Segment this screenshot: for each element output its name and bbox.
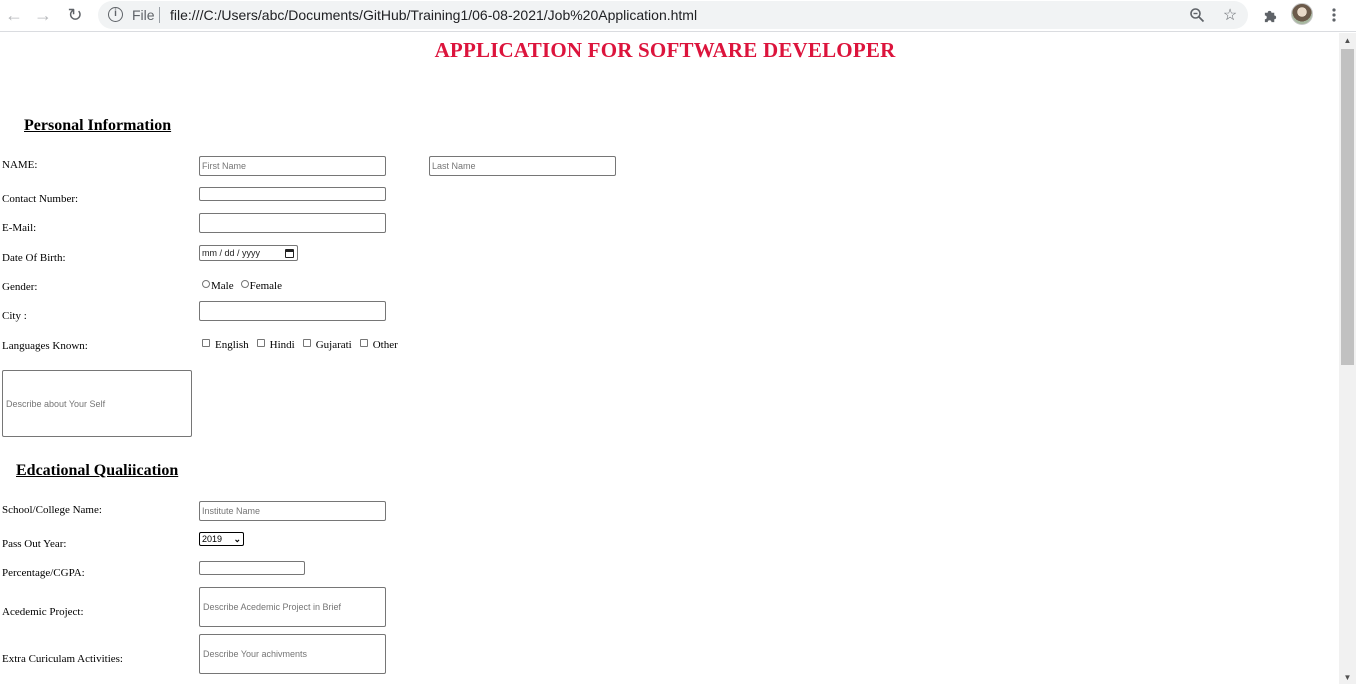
passout-year-select[interactable]: 2019 ⌄ — [199, 532, 244, 546]
language-option-other[interactable]: Other — [359, 335, 398, 352]
percentage-label: Percentage/CGPA: — [2, 567, 85, 579]
zoom-icon[interactable] — [1186, 4, 1208, 26]
reload-icon[interactable]: ↻ — [63, 4, 87, 26]
project-placeholder: Describe Acedemic Project in Brief — [203, 602, 342, 612]
first-name-input[interactable]: First Name — [199, 156, 386, 176]
email-input[interactable] — [199, 213, 386, 233]
last-name-input[interactable]: Last Name — [429, 156, 616, 176]
info-icon[interactable]: i — [108, 7, 123, 22]
language-option-english[interactable]: English — [202, 335, 249, 352]
city-input[interactable] — [199, 301, 386, 321]
url-text[interactable]: file:///C:/Users/abc/Documents/GitHub/Tr… — [170, 7, 697, 23]
about-yourself-textarea[interactable]: Describe about Your Self — [2, 370, 192, 437]
personal-info-heading: Personal Information — [24, 117, 172, 134]
passout-year-label: Pass Out Year: — [2, 538, 67, 550]
hindi-label: Hindi — [269, 339, 295, 351]
school-label: School/College Name: — [2, 504, 102, 516]
gender-radio-group: Male Female — [202, 276, 282, 294]
languages-checkbox-group: English Hindi Gujarati Other — [202, 335, 398, 353]
kebab-menu-icon[interactable] — [1322, 3, 1346, 27]
gujarati-checkbox[interactable] — [302, 339, 311, 348]
gender-label: Gender: — [2, 281, 38, 293]
address-bar[interactable]: i File file:///C:/Users/abc/Documents/Gi… — [98, 1, 1248, 29]
education-heading: Edcational Qualiication — [16, 462, 179, 479]
email-label: E-Mail: — [2, 222, 37, 234]
file-scheme-label: File — [132, 7, 155, 23]
contact-number-input[interactable] — [199, 187, 386, 201]
city-label: City : — [2, 310, 27, 322]
gujarati-label: Gujarati — [315, 339, 352, 351]
back-arrow-icon[interactable]: ← — [2, 4, 26, 26]
gender-option-male[interactable]: Male — [202, 276, 234, 293]
forward-arrow-icon[interactable]: → — [31, 4, 55, 26]
language-option-gujarati[interactable]: Gujarati — [302, 335, 352, 352]
other-label: Other — [372, 339, 398, 351]
institute-placeholder: Institute Name — [202, 506, 261, 516]
extra-placeholder: Describe Your achivments — [203, 649, 308, 659]
male-label: Male — [211, 280, 234, 292]
male-radio[interactable] — [202, 280, 210, 289]
academic-project-textarea[interactable]: Describe Acedemic Project in Brief — [199, 587, 386, 627]
other-checkbox[interactable] — [359, 339, 368, 348]
vertical-scrollbar[interactable]: ▲ ▼ — [1339, 33, 1356, 684]
dob-date-input[interactable]: mm / dd / yyyy — [199, 245, 298, 261]
chevron-down-icon: ⌄ — [233, 533, 241, 544]
scrollbar-thumb[interactable] — [1341, 49, 1354, 365]
contact-label: Contact Number: — [2, 193, 79, 205]
female-label: Female — [249, 280, 282, 292]
female-radio[interactable] — [240, 280, 249, 289]
extra-activities-textarea[interactable]: Describe Your achivments — [199, 634, 386, 674]
about-placeholder: Describe about Your Self — [6, 398, 106, 409]
first-name-placeholder: First Name — [202, 161, 247, 171]
hindi-checkbox[interactable] — [256, 339, 265, 348]
passout-year-value: 2019 — [202, 534, 223, 544]
page-content: APPLICATION FOR SOFTWARE DEVELOPER Perso… — [0, 33, 1339, 684]
percentage-input[interactable] — [199, 561, 305, 575]
language-option-hindi[interactable]: Hindi — [256, 335, 295, 352]
browser-toolbar: ← → ↻ i File file:///C:/Users/abc/Docume… — [0, 0, 1356, 32]
scroll-up-arrow-icon[interactable]: ▲ — [1339, 33, 1356, 47]
dob-placeholder: mm / dd / yyyy — [202, 248, 261, 258]
dob-label: Date Of Birth: — [2, 252, 66, 264]
gender-option-female[interactable]: Female — [240, 276, 282, 293]
calendar-icon[interactable] — [285, 248, 294, 258]
scroll-down-arrow-icon[interactable]: ▼ — [1339, 670, 1356, 684]
name-label: NAME: — [2, 159, 38, 171]
page-title: APPLICATION FOR SOFTWARE DEVELOPER — [434, 38, 896, 62]
extensions-puzzle-icon[interactable] — [1258, 3, 1282, 27]
last-name-placeholder: Last Name — [432, 161, 476, 171]
bookmark-star-icon[interactable]: ☆ — [1219, 4, 1241, 26]
address-separator — [159, 7, 160, 23]
project-label: Acedemic Project: — [2, 606, 84, 618]
extra-activities-label: Extra Curiculam Activities: — [2, 653, 123, 665]
english-checkbox[interactable] — [202, 339, 210, 348]
languages-label: Languages Known: — [2, 340, 88, 352]
english-label: English — [215, 339, 249, 351]
profile-avatar[interactable] — [1291, 3, 1313, 25]
institute-name-input[interactable]: Institute Name — [199, 501, 386, 521]
